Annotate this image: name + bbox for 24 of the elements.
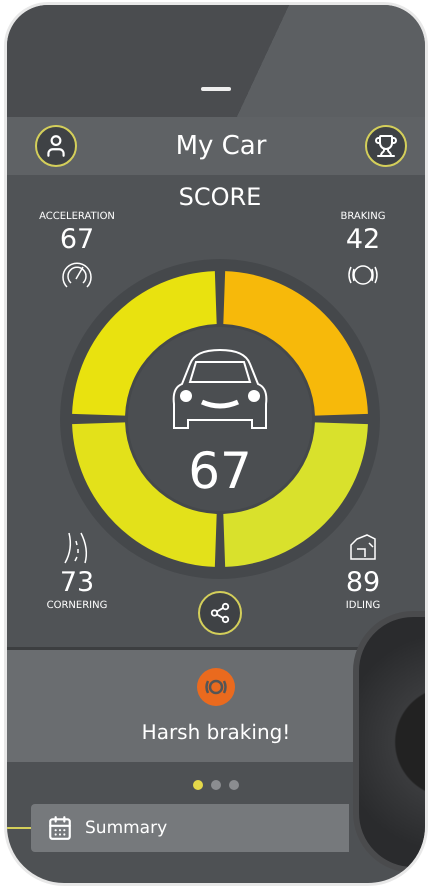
metric-value: 42 [346, 224, 380, 255]
metric-label: IDLING [346, 600, 380, 611]
metric-value: 89 [346, 567, 380, 598]
metric-label: ACCELERATION [39, 211, 115, 222]
alert-message: Harsh braking! [142, 720, 290, 744]
handle-bar [201, 87, 231, 91]
metric-value: 73 [60, 567, 94, 598]
brake-alert-icon [197, 668, 235, 706]
total-score: 67 [187, 442, 253, 500]
page-dot[interactable] [193, 780, 203, 790]
page-dot[interactable] [229, 780, 239, 790]
score-title: SCORE [178, 183, 262, 211]
header-title: My Car [176, 131, 266, 161]
metric-value: 67 [60, 224, 94, 255]
trophy-icon [374, 134, 398, 158]
share-icon [209, 602, 231, 624]
metric-label: CORNERING [46, 600, 108, 611]
trophy-button[interactable] [365, 125, 407, 167]
profile-button[interactable] [35, 125, 77, 167]
calendar-icon [47, 815, 73, 841]
share-button[interactable] [198, 591, 242, 635]
metric-label: BRAKING [340, 211, 386, 222]
summary-button[interactable]: Summary [31, 804, 349, 852]
page-dot[interactable] [211, 780, 221, 790]
